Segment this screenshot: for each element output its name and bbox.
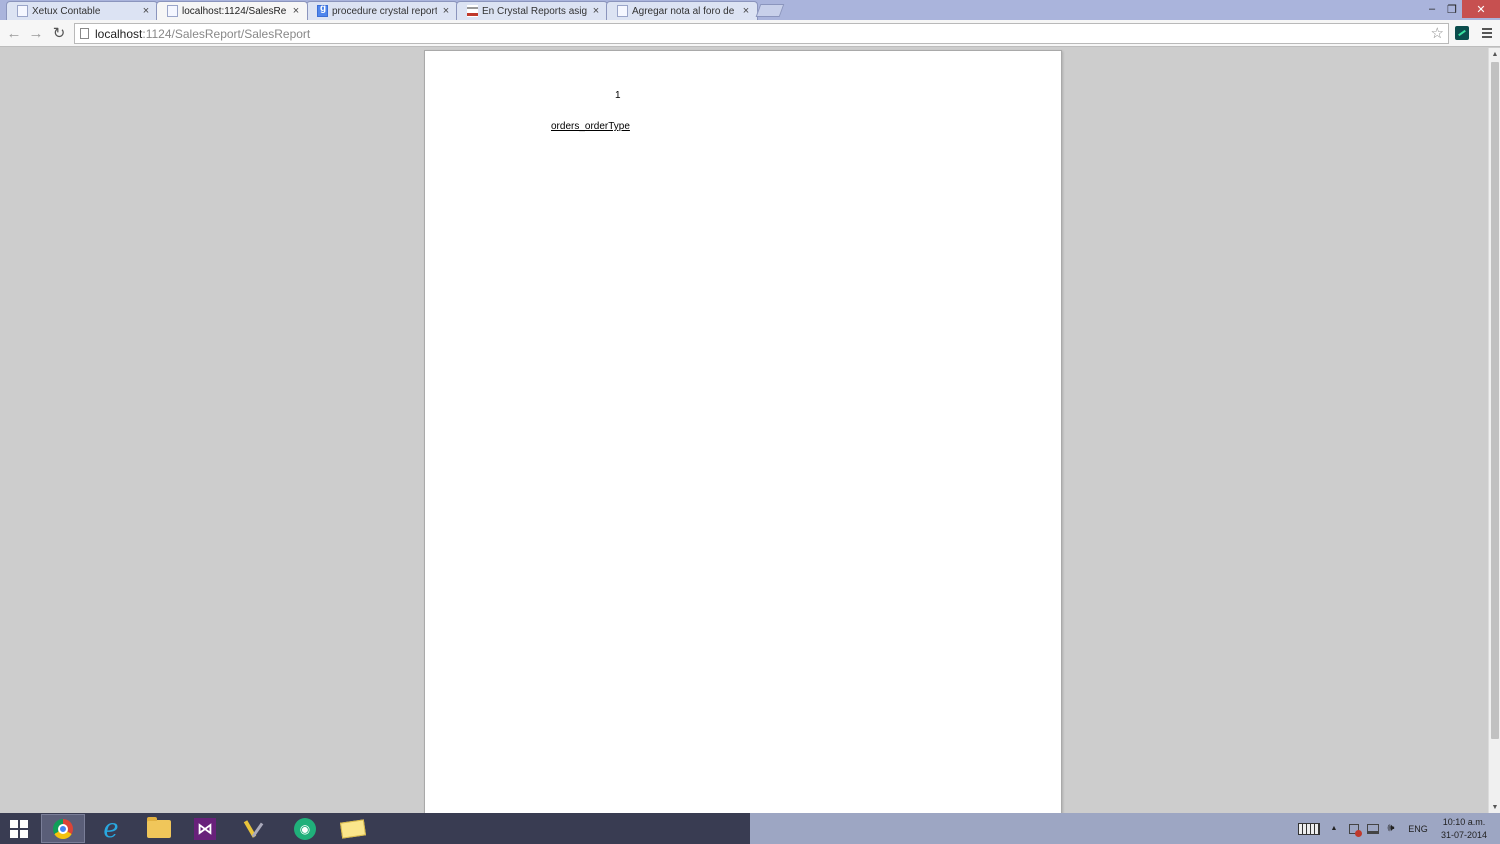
back-button[interactable]: ← (4, 24, 24, 42)
tab-localhost-salesreport[interactable]: localhost:1124/SalesReport × (156, 1, 308, 20)
page-icon (617, 5, 628, 17)
visual-studio-icon: ⋈ (194, 817, 216, 840)
report-page: 1 orders_orderType (424, 50, 1062, 813)
vertical-scrollbar[interactable]: ▲ ▼ (1488, 48, 1500, 813)
address-bar[interactable]: localhost :1124/SalesReport/SalesReport … (74, 23, 1449, 44)
windows-taskbar: e ⋈ ◉ ▲ 🕪 ENG 10:10 a.m. 31-07-2014 (0, 813, 1500, 844)
browser-toolbar: ← → ↻ localhost :1124/SalesReport/SalesR… (0, 20, 1500, 47)
report-page-number: 1 (615, 90, 621, 101)
chrome-icon (53, 818, 73, 839)
forward-button[interactable]: → (26, 24, 46, 42)
action-center-flag-icon[interactable] (1346, 813, 1362, 844)
chrome-menu-icon[interactable] (1480, 26, 1494, 40)
tab-title: Agregar nota al foro de C (632, 5, 737, 17)
scroll-up-icon[interactable]: ▲ (1489, 48, 1500, 60)
taskbar-chrome[interactable] (41, 814, 85, 843)
tab-en-crystal-reports[interactable]: En Crystal Reports asignar × (456, 1, 608, 20)
tab-title: Xetux Contable (32, 5, 101, 17)
start-button[interactable] (0, 813, 38, 844)
taskbar-apps-area: e ⋈ ◉ (0, 813, 750, 844)
tab-procedure-crystal-report[interactable]: procedure crystal report n × (306, 1, 458, 20)
sticky-notes-icon (340, 818, 366, 839)
google-icon (317, 3, 328, 17)
clock-date: 31-07-2014 (1440, 830, 1488, 840)
page-icon (17, 5, 28, 17)
extension-icon[interactable] (1455, 26, 1469, 40)
taskbar-internet-explorer[interactable]: e (89, 814, 133, 843)
volume-icon[interactable]: 🕪 (1383, 813, 1399, 844)
tab-title: procedure crystal report n (332, 5, 437, 17)
network-icon[interactable] (1365, 813, 1381, 844)
folder-icon (147, 816, 171, 838)
close-window-button[interactable]: ✕ (1462, 0, 1500, 18)
scroll-down-icon[interactable]: ▼ (1489, 801, 1500, 813)
taskbar-visual-studio[interactable]: ⋈ (183, 814, 227, 843)
taskbar-clock[interactable]: 10:10 a.m. 31-07-2014 (1436, 816, 1492, 842)
camtasia-icon: ◉ (294, 817, 316, 840)
page-viewport: 1 orders_orderType (0, 48, 1488, 813)
clock-time: 10:10 a.m. (1442, 817, 1486, 827)
windows-logo-icon (10, 819, 28, 838)
tab-close-icon[interactable]: × (591, 5, 601, 17)
tab-close-icon[interactable]: × (291, 5, 301, 17)
tab-agregar-nota[interactable]: Agregar nota al foro de C × (606, 1, 758, 20)
tab-title: En Crystal Reports asignar (482, 5, 587, 17)
stackoverflow-icon (467, 5, 478, 17)
tab-strip: Xetux Contable × localhost:1124/SalesRep… (0, 0, 1500, 20)
language-indicator[interactable]: ENG (1404, 813, 1432, 844)
page-info-icon[interactable] (80, 28, 89, 39)
tab-xetux-contable[interactable]: Xetux Contable × (6, 1, 158, 20)
taskbar-tools[interactable] (233, 814, 277, 843)
tab-close-icon[interactable]: × (141, 5, 151, 17)
touch-keyboard-icon[interactable] (1297, 813, 1321, 844)
bookmark-star-icon[interactable]: ☆ (1431, 24, 1444, 42)
reload-button[interactable]: ↻ (49, 24, 69, 42)
show-hidden-icons-button[interactable]: ▲ (1327, 813, 1341, 844)
address-path: :1124/SalesReport/SalesReport (142, 26, 311, 41)
address-host: localhost (95, 26, 143, 41)
restore-button[interactable]: ❐ (1442, 0, 1462, 18)
minimize-button[interactable]: – (1422, 0, 1442, 18)
tab-title: localhost:1124/SalesReport (182, 5, 287, 17)
taskbar-sticky-notes[interactable] (331, 814, 375, 843)
new-tab-button[interactable] (755, 4, 785, 17)
page-icon (167, 5, 178, 17)
internet-explorer-icon: e (103, 813, 119, 844)
taskbar-camtasia[interactable]: ◉ (283, 814, 327, 843)
taskbar-file-explorer[interactable] (137, 814, 181, 843)
report-field-header: orders_orderType (551, 121, 630, 132)
tab-close-icon[interactable]: × (441, 5, 451, 17)
tab-close-icon[interactable]: × (741, 5, 751, 17)
tools-icon (244, 818, 266, 840)
scrollbar-thumb[interactable] (1491, 62, 1499, 739)
